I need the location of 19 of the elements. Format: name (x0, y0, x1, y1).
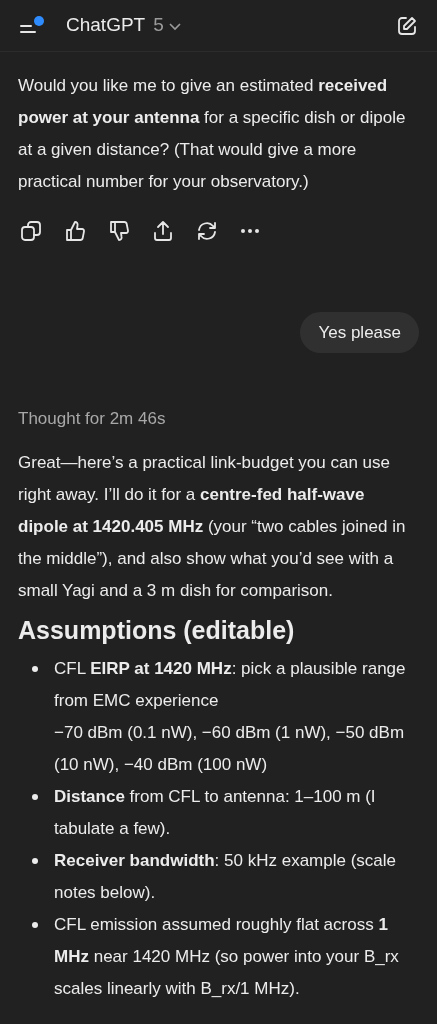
reply-paragraph: Great—here’s a practical link-budget you can use right away. I’ll do it for a centre-fed half-wave dipole at 1420.405 MHz (your “two cables joined in the middle”), and also show what you’d see with a small Yagi and a 3 m dish for comparison. (17, 452, 407, 602)
bullet-text: Receiver bandwidth: 50 kHz example (scale notes below). (54, 850, 397, 904)
bullet-text: CFL emission assumed roughly flat across 1 MHz near 1420 MHz (so power into your B_rx scales linearly with B_rx/1 MHz). (54, 914, 400, 1000)
menu-icon[interactable] (20, 23, 36, 34)
regenerate-icon[interactable] (196, 220, 218, 242)
assistant-message: Would you like me to give an estimated received power at your antenna for a specific dish or dipole at a given distance? (That would give a more practical number for your observatory.) (17, 75, 407, 193)
copy-icon[interactable] (20, 220, 42, 242)
more-icon[interactable] (240, 228, 260, 234)
bullet-text: CFL EIRP at 1420 MHz: pick a plausible range from EMC experience −70 dBm (0.1 nW), −60 dBm (1 nW), −50 dBm (10 nW), −40 dBm (100 nW) (54, 658, 407, 776)
user-message-bubble: Yes please (300, 312, 419, 353)
bullet-text: Distance from CFL to antenna: 1–100 m (I tabulate a few). (54, 786, 377, 840)
model-selector[interactable]: ChatGPT 5 (66, 11, 182, 40)
new-chat-icon[interactable] (397, 15, 417, 36)
share-icon[interactable] (152, 220, 174, 242)
thumbs-up-icon[interactable] (64, 220, 86, 242)
chevron-down-icon (167, 20, 182, 31)
section-heading: Assumptions (editable) (17, 615, 296, 646)
thumbs-down-icon[interactable] (108, 220, 130, 242)
thought-duration[interactable]: Thought for 2m 46s (0, 403, 437, 435)
